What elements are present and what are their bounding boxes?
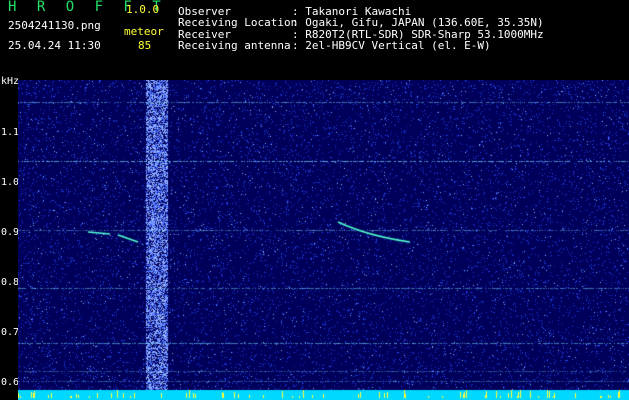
y-unit-label: kHz [1,76,19,87]
hrofft-window: H R O F F T 1.0.0 2504241130.png meteor … [0,0,629,400]
info-value-antenna: : 2el-HB9CV Vertical (el. E-W) [292,39,491,52]
filename: 2504241130.png [8,19,101,32]
freq-tick-label: 0.6 [1,377,19,388]
freq-tick-label: 1.0 [1,177,19,188]
frequency-axis: 1.1 1.0 0.9 0.8 0.7 0.6 [1,127,19,388]
info-key-antenna: Receiving antenna [178,39,291,52]
app-version: 1.0.0 [126,3,160,16]
meteor-label: meteor [124,25,164,38]
header-panel: H R O F F T 1.0.0 2504241130.png meteor … [0,0,629,74]
freq-tick-label: 1.1 [1,127,19,138]
datetime: 25.04.24 11:30 [8,39,101,52]
freq-tick-label: 0.9 [1,227,19,238]
freq-tick-label: 0.8 [1,277,19,288]
spectrogram-canvas[interactable] [18,80,629,400]
freq-tick-label: 0.7 [1,327,19,338]
meteor-count: 85 [138,39,152,52]
